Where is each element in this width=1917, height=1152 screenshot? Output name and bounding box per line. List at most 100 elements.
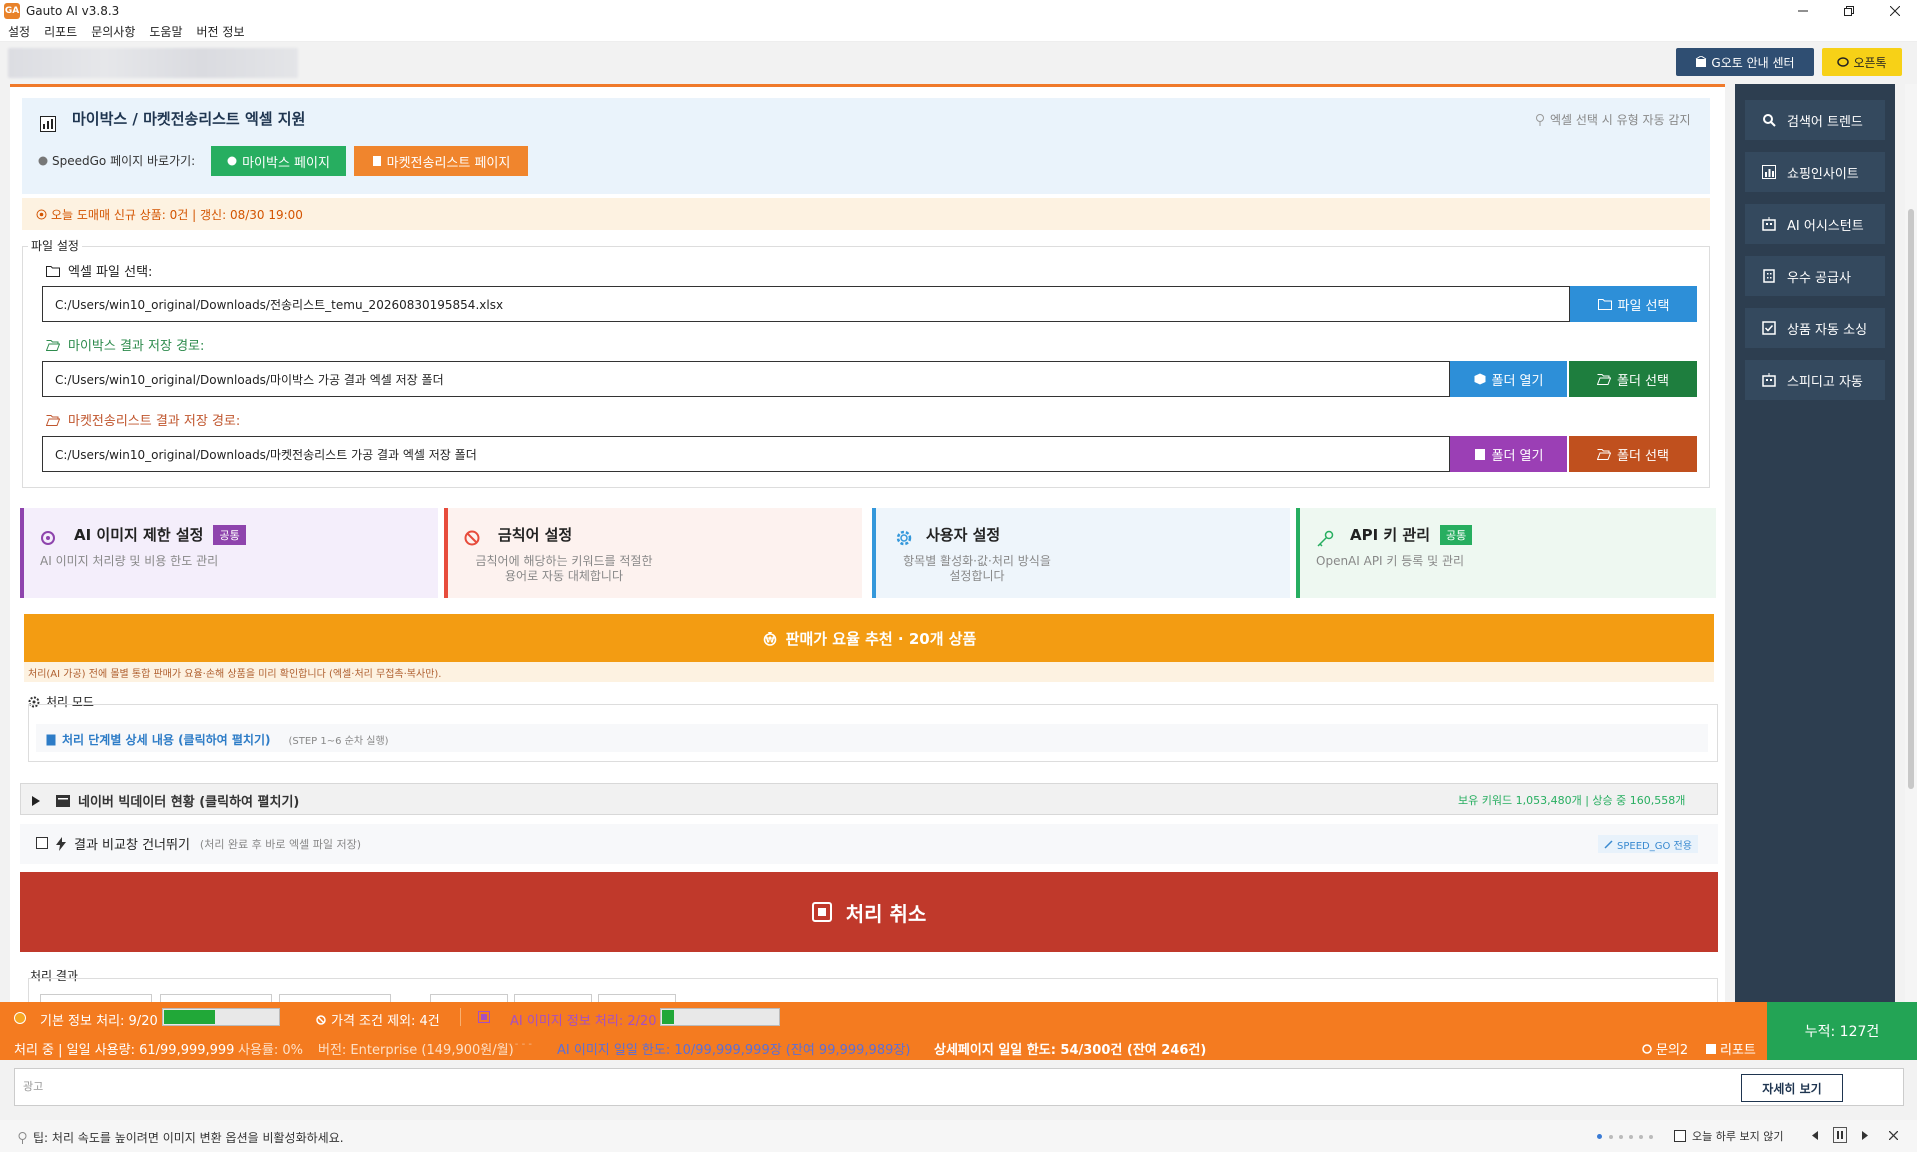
mybox-path-input[interactable]: C:/Users/win10_original/Downloads/마이박스 가…: [42, 361, 1450, 397]
naver-bigdata-toggle[interactable]: 네이버 빅데이터 현황 (클릭하여 펼치기): [32, 791, 299, 810]
price-excluded-label: 가격 조건 제외: 4건: [316, 1010, 440, 1029]
banned-words-card[interactable]: 금칙어 설정 금칙어에 해당하는 키워드를 적절한 용어로 자동 대체합니다: [444, 508, 862, 598]
sidebar-item-speedygo-auto[interactable]: 스피디고 자동: [1745, 360, 1885, 400]
pause-button[interactable]: [1833, 1127, 1847, 1143]
tip-dot[interactable]: [1609, 1135, 1613, 1139]
chat-icon: [1642, 1043, 1652, 1054]
report-link[interactable]: 리포트: [1706, 1039, 1756, 1058]
menu-settings[interactable]: 설정: [8, 23, 30, 40]
maximize-button[interactable]: [1826, 0, 1872, 22]
mybox-select-folder-button[interactable]: 폴더 선택: [1569, 361, 1697, 397]
sidebar-item-top-suppliers[interactable]: 우수 공급사: [1745, 256, 1885, 296]
triangle-right-icon: [32, 795, 40, 806]
api-key-card[interactable]: API 키 관리 공통 OpenAI API 키 등록 및 관리: [1296, 508, 1716, 598]
guide-icon: [1696, 56, 1707, 67]
vertical-scrollbar[interactable]: [1905, 84, 1917, 1002]
sidebar-item-ai-assistant[interactable]: AI 어시스턴트: [1745, 204, 1885, 244]
window-title: Gauto AI v3.8.3: [26, 4, 120, 18]
card-desc: OpenAI API 키 등록 및 관리: [1316, 554, 1465, 568]
sidebar-item-shopping-insight[interactable]: 쇼핑인사이트: [1745, 152, 1885, 192]
folder-open-icon: [1597, 449, 1611, 460]
money-bag-icon: ₩: [763, 632, 776, 646]
market-select-folder-button[interactable]: 폴더 선택: [1569, 436, 1697, 472]
menu-version[interactable]: 버전 정보: [197, 23, 245, 40]
market-path-label: 마켓전송리스트 결과 저장 경로:: [46, 410, 240, 429]
prohibited-icon: [464, 530, 480, 546]
mybox-page-button[interactable]: 마이박스 페이지: [211, 146, 346, 176]
openchat-button[interactable]: 오픈톡: [1822, 48, 1902, 76]
result-tab[interactable]: [279, 994, 391, 1002]
ai-image-daily-limit: AI 이미지 일일 한도: 10/99,999,999장 (잔여 99,999,…: [557, 1043, 911, 1058]
mybox-open-folder-button[interactable]: 폴더 열기: [1450, 361, 1567, 397]
skip-comparison-checkbox[interactable]: [36, 837, 48, 849]
cancel-processing-button[interactable]: 처리 취소: [20, 872, 1718, 952]
menu-help[interactable]: 도움말: [149, 23, 182, 40]
prohibited-icon: [316, 1014, 326, 1025]
ai-image-limit-card[interactable]: AI 이미지 제한 설정 공통 AI 이미지 처리량 및 비용 한도 관리: [20, 508, 438, 598]
scrollbar-thumb[interactable]: [1908, 209, 1914, 789]
price-recommend-button[interactable]: ₩ 판매가 요율 추천 · 20개 상품: [24, 614, 1714, 662]
file-select-button[interactable]: 파일 선택: [1570, 286, 1697, 322]
ai-image-progress-label: AI 이미지 정보 처리: 2/20: [510, 1014, 657, 1029]
folder-icon: [46, 265, 60, 277]
prev-icon[interactable]: [1812, 1131, 1818, 1140]
ad-detail-button[interactable]: 자세히 보기: [1741, 1074, 1843, 1102]
market-open-folder-button[interactable]: 폴더 열기: [1450, 436, 1567, 472]
blurred-account-area: [8, 48, 298, 78]
excel-path-input[interactable]: C:/Users/win10_original/Downloads/전송리스트_…: [42, 286, 1570, 322]
process-steps-toggle[interactable]: 처리 단계별 상세 내용 (클릭하여 펼치기) (STEP 1~6 순차 실행): [46, 731, 389, 748]
result-tab[interactable]: [430, 994, 508, 1002]
recommend-note: 처리(AI 가공) 전에 몰별 통합 판매가 요율·손해 상품을 미리 확인합니…: [28, 669, 442, 680]
close-icon[interactable]: [1889, 1131, 1898, 1140]
hide-today-label: 오늘 하루 보지 않기: [1692, 1130, 1784, 1143]
notice-text: 오늘 도매매 신규 상품: 0건 | 갱신: 08/30 19:00: [36, 206, 303, 223]
tip-dot[interactable]: [1649, 1135, 1653, 1139]
folder-open-icon: [46, 339, 60, 351]
market-path-input[interactable]: C:/Users/win10_original/Downloads/마켓전송리스…: [42, 436, 1450, 472]
version-info: 버전: Enterprise (149,900원/월): [318, 1043, 514, 1058]
robot-icon: [1761, 216, 1777, 232]
market-list-page-button[interactable]: 마켓전송리스트 페이지: [354, 146, 528, 176]
common-badge: 공통: [1440, 524, 1473, 545]
hide-today-checkbox[interactable]: [1674, 1130, 1686, 1142]
minimize-button[interactable]: [1780, 0, 1826, 22]
user-settings-card[interactable]: 사용자 설정 항목별 활성화·값·처리 방식을 설정합니다: [872, 508, 1290, 598]
header-title: 마이박스 / 마켓전송리스트 엑셀 지원: [72, 110, 306, 128]
tip-dot[interactable]: [1639, 1135, 1643, 1139]
svg-text:₩: ₩: [765, 636, 774, 645]
inquiry-link[interactable]: 문의2: [1642, 1039, 1688, 1058]
result-tab[interactable]: [40, 994, 152, 1002]
lightbulb-icon: [1536, 113, 1544, 126]
detail-page-daily-limit: 상세페이지 일일 한도: 54/300건 (잔여 246건): [934, 1043, 1207, 1058]
status-separator: - - - -: [508, 1039, 532, 1050]
speedgo-label: SpeedGo 페이지 바로가기:: [38, 152, 195, 169]
tip-bar: 팁: 처리 속도를 높이려면 이미지 변환 옵션을 비활성화하세요. 오늘 하루…: [0, 1120, 1917, 1152]
result-tab[interactable]: [598, 994, 676, 1002]
result-tab[interactable]: [514, 994, 592, 1002]
tip-dot[interactable]: [1629, 1135, 1633, 1139]
folder-open-icon: [1597, 374, 1611, 385]
wrench-icon: [1604, 839, 1613, 849]
card-title: AI 이미지 제한 설정: [74, 526, 204, 544]
pause-icon: [1837, 1131, 1843, 1139]
key-icon: [1317, 530, 1334, 547]
basic-progress-bar: [162, 1008, 280, 1026]
document-icon: [46, 734, 56, 745]
next-icon[interactable]: [1862, 1131, 1868, 1140]
sidebar-item-auto-sourcing[interactable]: 상품 자동 소싱: [1745, 308, 1885, 348]
sidebar-item-search-trend[interactable]: 검색어 트렌드: [1745, 100, 1885, 140]
tip-dot[interactable]: [1619, 1135, 1623, 1139]
image-icon: [478, 1011, 490, 1023]
tip-dot-active[interactable]: [1597, 1134, 1602, 1139]
close-button[interactable]: [1872, 0, 1917, 22]
title-bar: GA Gauto AI v3.8.3: [0, 0, 1917, 22]
folder-icon: [1597, 299, 1612, 310]
ad-label: 광고: [23, 1080, 44, 1093]
menu-inquiry[interactable]: 문의사항: [91, 23, 135, 40]
skip-comparison-label: 결과 비교창 건너뛰기 (처리 완료 후 바로 엑셀 파일 저장): [56, 834, 361, 853]
guide-center-button[interactable]: G오토 안내 센터: [1676, 48, 1814, 76]
menu-report[interactable]: 리포트: [44, 23, 77, 40]
result-tab[interactable]: [160, 994, 272, 1002]
ai-image-progress-fill: [662, 1010, 674, 1024]
status-divider: [460, 1008, 461, 1026]
